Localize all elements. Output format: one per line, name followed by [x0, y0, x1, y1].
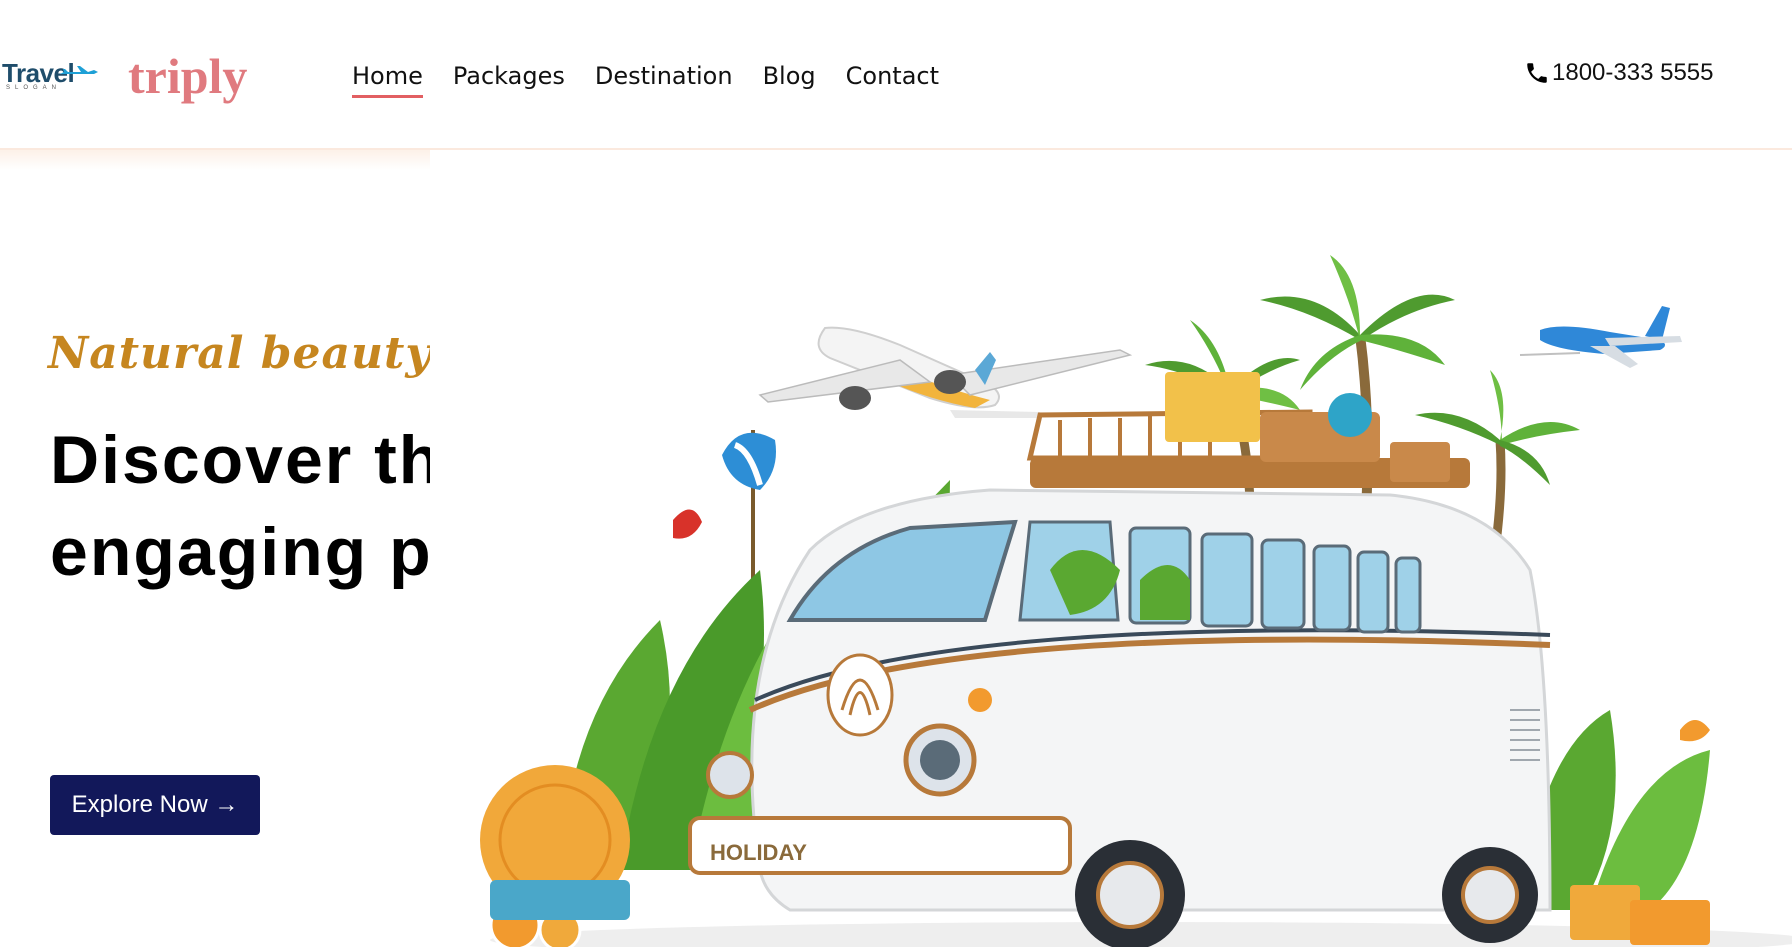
phone-number: 1800-333 5555 [1552, 59, 1714, 86]
nav-item-destination[interactable]: Destination [595, 56, 733, 96]
camper-van-icon: HOLIDAY [688, 488, 1552, 947]
plane-icon [60, 66, 98, 74]
travel-logo[interactable]: Travel SLOGAN [2, 60, 98, 92]
nav-item-contact[interactable]: Contact [846, 56, 939, 96]
phone-icon [1527, 63, 1547, 83]
nav-item-home[interactable]: Home [352, 56, 423, 98]
main-nav: Home Packages Destination Blog Contact [352, 56, 939, 98]
hero-illustration: HOLIDAY [430, 150, 1792, 947]
nav-item-blog[interactable]: Blog [763, 56, 816, 96]
nav-item-packages[interactable]: Packages [453, 56, 565, 96]
logo-slogan: SLOGAN [6, 85, 62, 91]
van-plate-text: HOLIDAY [710, 840, 807, 865]
hero-top-fade [0, 150, 430, 170]
site-header: Travel SLOGAN triply Home Packages Desti… [0, 0, 1792, 150]
hero-tagline: Natural beauty [48, 328, 432, 379]
explore-now-button[interactable]: Explore Now → [50, 775, 260, 835]
brand-name[interactable]: triply [128, 48, 247, 104]
phone-contact[interactable]: 1800-333 5555 [1524, 58, 1713, 88]
